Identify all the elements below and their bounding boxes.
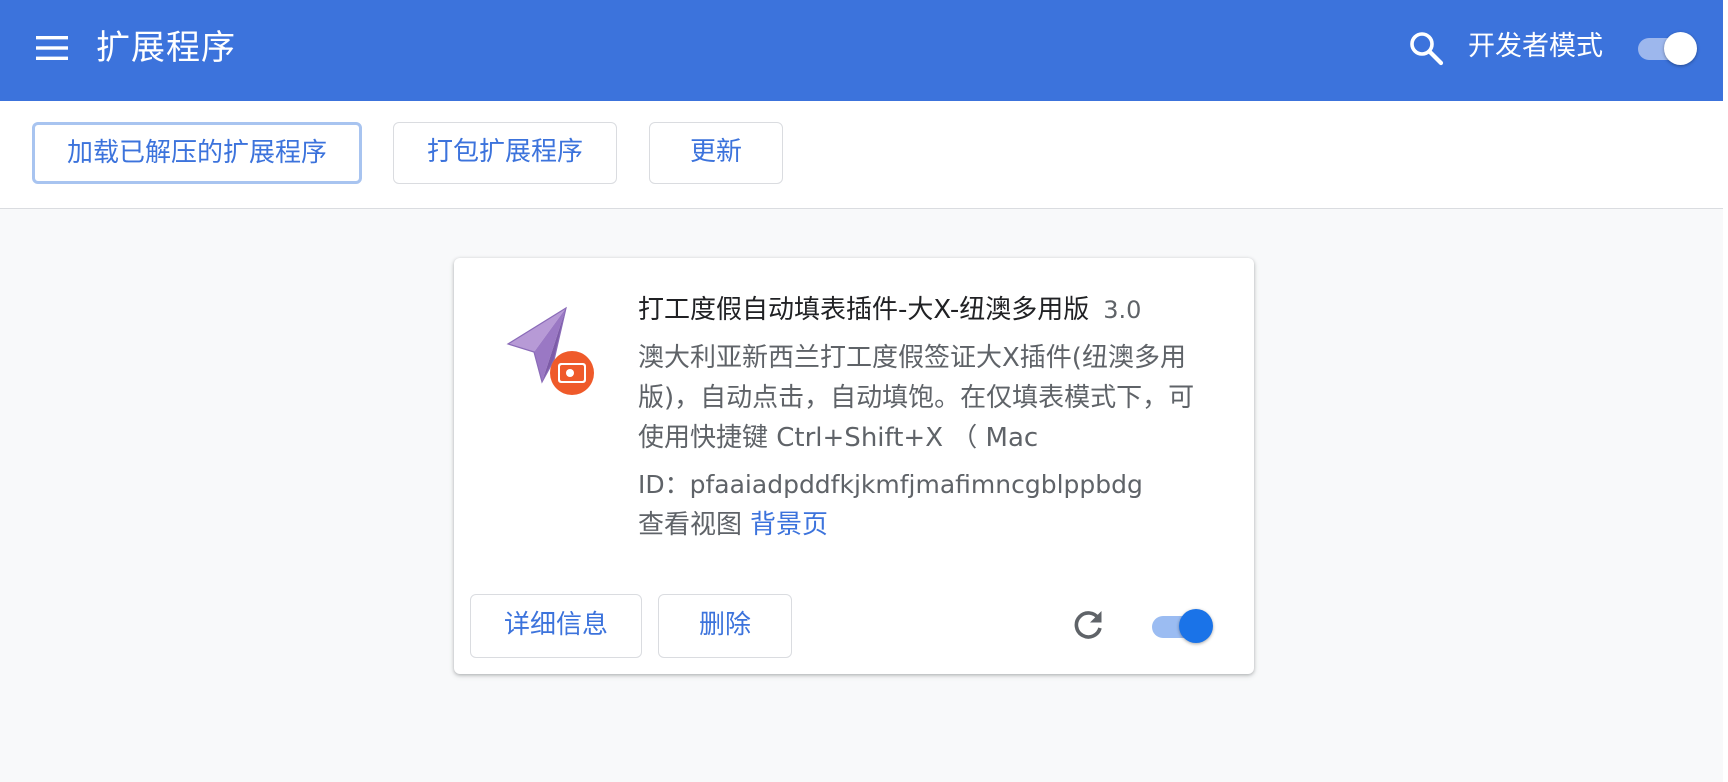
pack-extension-button[interactable]: 打包扩展程序 <box>393 122 617 184</box>
extension-description: 澳大利亚新西兰打工度假签证大X插件(纽澳多用版)，自动点击，自动填饱。在仅填表模… <box>638 343 1195 450</box>
menu-icon[interactable] <box>34 30 70 66</box>
details-button[interactable]: 详细信息 <box>470 594 642 658</box>
search-icon[interactable] <box>1406 28 1446 68</box>
page-title: 扩展程序 <box>96 28 236 68</box>
load-unpacked-button[interactable]: 加载已解压的扩展程序 <box>32 122 362 184</box>
inspect-views: 查看视图 背景页 <box>638 506 828 544</box>
extension-enable-toggle[interactable] <box>1150 607 1220 645</box>
extensions-page: 扩展程序 开发者模式 加载已解压的扩展程序 打包扩展程序 更新 打工度假自动填表… <box>0 0 1723 782</box>
extension-title: 打工度假自动填表插件-大X-纽澳多用版 3.0 <box>638 292 1141 328</box>
app-header: 扩展程序 开发者模式 <box>0 0 1723 101</box>
record-badge-icon <box>550 351 594 395</box>
reload-icon[interactable] <box>1068 606 1108 646</box>
developer-mode-label: 开发者模式 <box>1468 31 1603 62</box>
extension-card: 打工度假自动填表插件-大X-纽澳多用版 3.0 澳大利亚新西兰打工度假签证大X插件… <box>454 258 1254 674</box>
toggle-knob <box>1664 32 1697 65</box>
toggle-knob <box>1179 609 1213 643</box>
window-edge <box>1723 0 1728 782</box>
paper-plane-icon <box>504 302 604 402</box>
extension-version: 3.0 <box>1103 296 1142 324</box>
toolbar: 加载已解压的扩展程序 打包扩展程序 更新 <box>0 101 1723 209</box>
background-page-link[interactable]: 背景页 <box>750 510 828 540</box>
developer-mode-toggle[interactable] <box>1636 30 1700 66</box>
extension-id: ID：pfaaiadpddfkjkmfjmafimncgblppbdg <box>638 470 1143 499</box>
remove-button[interactable]: 删除 <box>658 594 792 658</box>
extension-name: 打工度假自动填表插件-大X-纽澳多用版 <box>638 295 1090 325</box>
inspect-views-label: 查看视图 <box>638 510 743 540</box>
update-button[interactable]: 更新 <box>649 122 783 184</box>
